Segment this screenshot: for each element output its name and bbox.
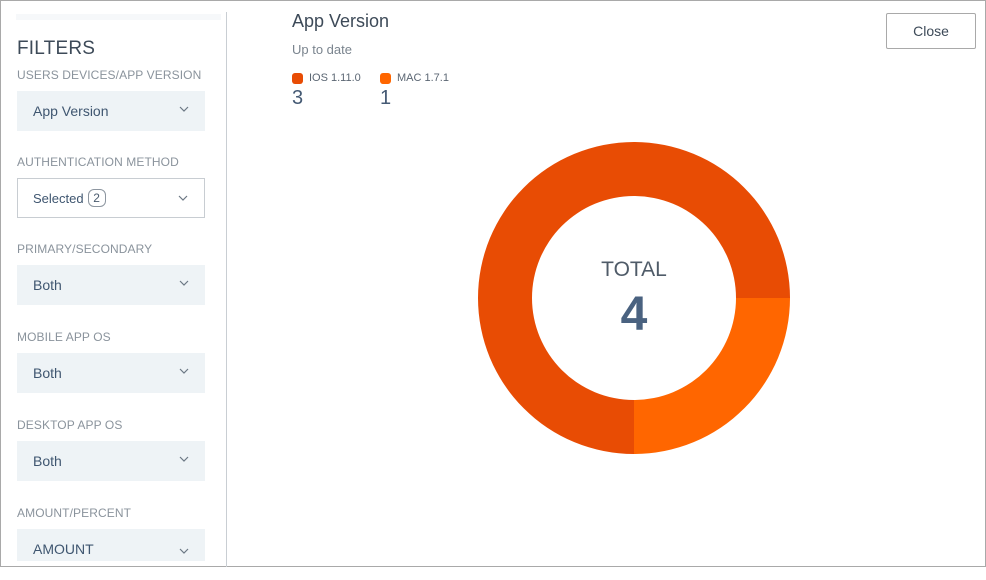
filter-label-amount-percent: AMOUNT/PERCENT [17,506,132,520]
legend-value: 3 [292,87,304,109]
mobile-app-os-select[interactable]: Both [17,353,205,393]
filter-label-mobile-app-os: MOBILE APP OS [17,330,111,344]
legend-swatch [380,73,391,84]
chevron-down-icon [179,368,189,374]
chart-subtitle: Up to date [292,42,352,57]
chevron-down-icon [179,548,189,554]
chevron-down-icon [179,280,189,286]
filter-label-desktop-app-os: DESKTOP APP OS [17,418,123,432]
users-devices-select[interactable]: App Version [17,91,205,131]
close-button[interactable]: Close [886,13,976,49]
chart-title: App Version [292,11,390,31]
donut-slice-mac-1-7-1[interactable] [634,298,790,454]
legend-value: 1 [380,87,392,109]
select-value: Both [33,365,62,381]
selected-count-badge: 2 [87,189,106,207]
amount-percent-select[interactable]: AMOUNT [17,529,205,561]
chevron-down-icon [178,195,188,201]
chevron-down-icon [179,106,189,112]
primary-secondary-select[interactable]: Both [17,265,205,305]
select-value: Both [33,453,62,469]
desktop-app-os-select[interactable]: Both [17,441,205,481]
sidebar-divider [226,12,227,567]
donut-center-label: TOTAL [601,258,667,281]
select-value: Selected [33,190,84,206]
select-value: Both [33,277,62,293]
legend-label: MAC 1.7.1 [397,72,449,84]
filter-label-auth-method: AUTHENTICATION METHOD [17,155,179,169]
auth-method-select[interactable]: Selected 2 [17,178,205,218]
chevron-down-icon [179,456,189,462]
donut-center-value: 4 [621,288,648,341]
donut-chart: TOTAL 4 [478,142,790,454]
legend-label: IOS 1.11.0 [309,72,361,84]
filter-label-primary-secondary: PRIMARY/SECONDARY [17,242,153,256]
select-value: App Version [33,103,109,119]
filters-title: FILTERS [17,38,96,59]
filter-label-users-devices: USERS DEVICES/APP VERSION [17,68,202,82]
select-value: AMOUNT [33,541,94,557]
legend-swatch [292,73,303,84]
